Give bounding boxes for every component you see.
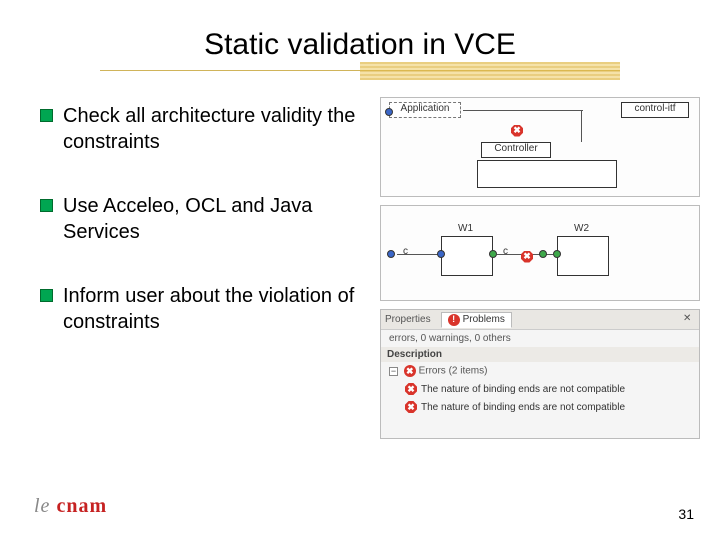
close-icon[interactable]: ✕ (683, 313, 693, 323)
port-icon (539, 250, 547, 258)
error-icon: ✖ (405, 401, 417, 413)
diagram-bindings: c W1 c ✖ W2 (380, 205, 700, 301)
error-text: The nature of binding ends are not compa… (421, 402, 625, 413)
port-label: c (503, 246, 508, 257)
connector-line (397, 254, 441, 255)
group-label: Errors (2 items) (419, 366, 488, 377)
box-label: control-itf (634, 103, 675, 114)
port-label: c (403, 246, 408, 257)
bullet-icon (40, 109, 53, 122)
logo-cnam: cnam (56, 495, 107, 517)
error-item[interactable]: ✖ The nature of binding ends are not com… (381, 398, 699, 416)
port-icon (387, 250, 395, 258)
tab-bar: Properties ! Problems ✕ (381, 310, 699, 330)
box-label: Controller (494, 143, 537, 154)
list-item: Use Acceleo, OCL and Java Services (40, 193, 370, 245)
title-underline (100, 70, 620, 71)
diagram-application: Application control-itf ✖ Controller (380, 97, 700, 197)
error-icon: ✖ (405, 383, 417, 395)
content-row: Check all architecture validity the cons… (0, 75, 720, 439)
port-icon (553, 250, 561, 258)
logo: le cnam (34, 495, 107, 518)
diagram-column: Application control-itf ✖ Controller c (380, 97, 700, 439)
port-icon (437, 250, 445, 258)
box-label: W1 (458, 223, 473, 234)
column-header: Description (381, 347, 699, 362)
box-w1: W1 (441, 236, 493, 276)
list-item: Inform user about the violation of const… (40, 283, 370, 335)
error-icon: ✖ (404, 365, 416, 377)
box-label: W2 (574, 223, 589, 234)
box-application: Application (389, 102, 461, 118)
bullet-text: Use Acceleo, OCL and Java Services (63, 193, 370, 245)
box-w2: W2 (557, 236, 609, 276)
problems-icon: ! (448, 314, 460, 326)
error-icon: ✖ (511, 120, 523, 138)
tab-properties[interactable]: Properties (385, 314, 431, 325)
slide: Static validation in VCE Check all archi… (0, 0, 720, 540)
bullet-icon (40, 199, 53, 212)
problems-summary: errors, 0 warnings, 0 others (381, 330, 699, 347)
port-icon (385, 108, 393, 116)
error-item[interactable]: ✖ The nature of binding ends are not com… (381, 380, 699, 398)
box-label: Application (401, 103, 450, 114)
bullet-list: Check all architecture validity the cons… (40, 97, 370, 439)
page-title: Static validation in VCE (0, 0, 720, 70)
list-item: Check all architecture validity the cons… (40, 103, 370, 155)
tab-problems[interactable]: ! Problems (441, 312, 512, 328)
bullet-text: Check all architecture validity the cons… (63, 103, 370, 155)
error-text: The nature of binding ends are not compa… (421, 384, 625, 395)
page-number: 31 (678, 506, 694, 522)
problems-panel: Properties ! Problems ✕ errors, 0 warnin… (380, 309, 700, 439)
container-box (477, 160, 617, 188)
error-group[interactable]: − ✖ Errors (2 items) (381, 362, 699, 380)
box-control-itf: control-itf (621, 102, 689, 118)
bullet-text: Inform user about the violation of const… (63, 283, 370, 335)
logo-le: le (34, 495, 56, 517)
error-icon: ✖ (521, 246, 533, 264)
tab-label: Problems (463, 314, 505, 325)
connector-line (581, 110, 582, 142)
box-controller: Controller (481, 142, 551, 158)
bullet-icon (40, 289, 53, 302)
port-icon (489, 250, 497, 258)
connector-line (463, 110, 583, 111)
tree-collapse-icon[interactable]: − (389, 367, 398, 376)
